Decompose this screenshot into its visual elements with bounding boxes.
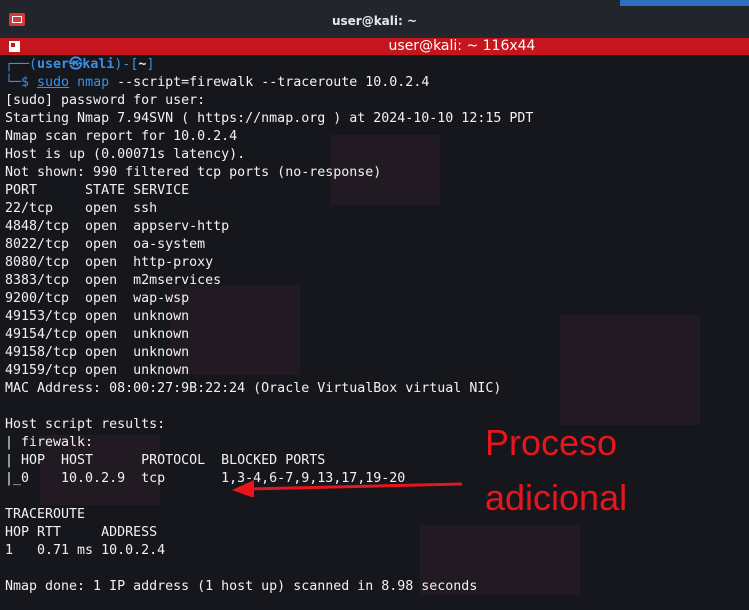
output-line: Host script results: [5, 417, 166, 432]
prompt-decoration: ┌──( [5, 57, 38, 72]
annotation-text: Proceso adicional [485, 422, 628, 518]
output-line: 8022/tcp open oa-system [5, 237, 206, 252]
terminal-tab[interactable]: user@kali: ~ 116x44 [0, 38, 749, 55]
command-line: └─$ sudo nmap --script=firewalk --tracer… [5, 74, 533, 92]
output-line: Nmap done: 1 IP address (1 host up) scan… [5, 579, 478, 594]
output-line: Nmap scan report for 10.0.2.4 [5, 129, 238, 144]
command-sudo: sudo [37, 75, 70, 90]
output-line: 49158/tcp open unknown [5, 345, 190, 360]
taskbar-strip [620, 0, 749, 6]
command-arguments: --script=firewalk --traceroute 10.0.2.4 [109, 75, 430, 90]
output-line: 49154/tcp open unknown [5, 327, 190, 342]
prompt-dollar: $ [21, 75, 38, 90]
output-line: PORT STATE SERVICE [5, 183, 190, 198]
tab-title: user@kali: ~ 116x44 [388, 38, 536, 54]
output-line: 49159/tcp open unknown [5, 363, 190, 378]
output-line: | firewalk: [5, 435, 94, 450]
prompt-user: user [37, 57, 70, 72]
terminal-lines: ┌──(user㉿kali)-[~] └─$ sudo nmap --scrip… [5, 56, 533, 596]
output-line: [sudo] password for user: [5, 93, 206, 108]
output-line: MAC Address: 08:00:27:9B:22:24 (Oracle V… [5, 381, 502, 396]
output-line: 4848/tcp open appserv-http [5, 219, 230, 234]
output-line: 1 0.71 ms 10.0.2.4 [5, 543, 166, 558]
output-line: 8383/tcp open m2mservices [5, 273, 222, 288]
output-line: Starting Nmap 7.94SVN ( https://nmap.org… [5, 111, 534, 126]
window-titlebar[interactable]: user@kali: ~ [0, 0, 749, 38]
output-line: 22/tcp open ssh [5, 201, 158, 216]
wallpaper-shape [560, 315, 700, 425]
prompt-line: ┌──(user㉿kali)-[~] [5, 56, 533, 74]
command-nmap: nmap [77, 75, 110, 90]
output-line: TRACEROUTE [5, 507, 86, 522]
terminal-output-area[interactable]: ┌──(user㉿kali)-[~] └─$ sudo nmap --scrip… [0, 55, 749, 610]
prompt-decoration: )-[ [114, 57, 139, 72]
prompt-host: kali [82, 57, 115, 72]
window-title: user@kali: ~ [331, 14, 418, 28]
output-line: 49153/tcp open unknown [5, 309, 190, 324]
output-line: Host is up (0.00071s latency). [5, 147, 246, 162]
annotation-arrow [232, 480, 463, 497]
output-line: HOP RTT ADDRESS [5, 525, 158, 540]
output-line: | HOP HOST PROTOCOL BLOCKED PORTS [5, 453, 326, 468]
output-line: Not shown: 990 filtered tcp ports (no-re… [5, 165, 382, 180]
prompt-decoration: ] [146, 57, 155, 72]
output-line: 8080/tcp open http-proxy [5, 255, 214, 270]
prompt-at-symbol: ㉿ [69, 57, 83, 72]
output-line: 9200/tcp open wap-wsp [5, 291, 190, 306]
prompt-decoration: └─ [5, 75, 22, 90]
